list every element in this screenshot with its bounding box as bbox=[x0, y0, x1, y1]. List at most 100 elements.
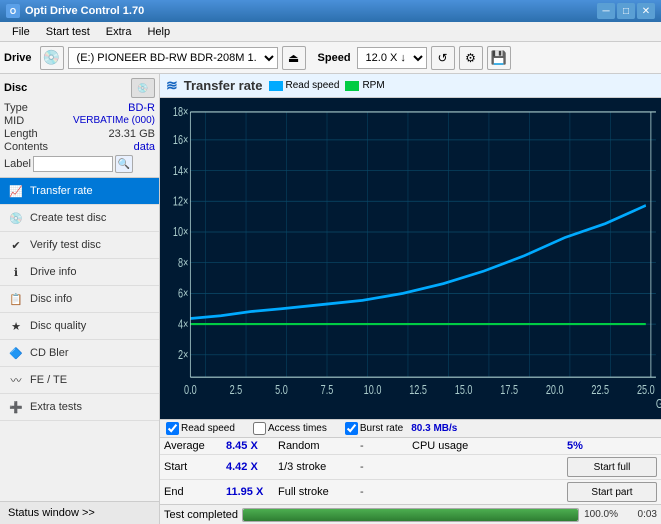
svg-text:14×: 14× bbox=[173, 164, 188, 178]
speed-select[interactable]: 12.0 X ↓ bbox=[357, 47, 427, 69]
speed-label: Speed bbox=[318, 52, 351, 64]
legend-read-speed-label: Read speed bbox=[286, 80, 340, 91]
chart-svg: 18× 16× 14× 12× 10× 8× 6× 4× 2× 0.0 2.5 … bbox=[160, 98, 661, 419]
disc-length-label: Length bbox=[4, 128, 38, 140]
burst-rate-checkbox[interactable] bbox=[345, 422, 358, 435]
end-value: 11.95 X bbox=[226, 486, 276, 498]
title-bar-controls: ─ □ ✕ bbox=[597, 3, 655, 19]
svg-text:12.5: 12.5 bbox=[409, 384, 427, 398]
nav-cd-bler[interactable]: 🔷 CD Bler bbox=[0, 340, 159, 367]
status-window-button[interactable]: Status window >> bbox=[0, 501, 159, 524]
menu-extra[interactable]: Extra bbox=[98, 24, 140, 40]
random-label: Random bbox=[278, 440, 358, 452]
svg-text:25.0: 25.0 bbox=[637, 384, 655, 398]
end-label: End bbox=[164, 486, 224, 498]
measurements-row-end: End 11.95 X Full stroke - Start part bbox=[160, 479, 661, 504]
access-times-checkbox-label: Access times bbox=[268, 423, 327, 434]
disc-label-input[interactable] bbox=[33, 156, 113, 172]
disc-title: Disc bbox=[4, 82, 27, 94]
start-part-button[interactable]: Start part bbox=[567, 482, 657, 502]
cpu-usage-value: 5% bbox=[567, 440, 657, 452]
disc-mid-label: MID bbox=[4, 115, 24, 127]
drive-label: Drive bbox=[4, 52, 32, 64]
chart-icon: ≋ bbox=[166, 77, 178, 94]
disc-info-icon: 📋 bbox=[8, 291, 24, 307]
svg-text:4×: 4× bbox=[178, 318, 188, 332]
disc-type-label: Type bbox=[4, 102, 28, 114]
start-value: 4.42 X bbox=[226, 461, 276, 473]
nav-drive-info[interactable]: ℹ Drive info bbox=[0, 259, 159, 286]
nav-disc-quality[interactable]: ★ Disc quality bbox=[0, 313, 159, 340]
nav-fe-te[interactable]: 〰 FE / TE bbox=[0, 367, 159, 394]
disc-header: Disc 💿 bbox=[4, 78, 155, 98]
disc-image-icon[interactable]: 💿 bbox=[131, 78, 155, 98]
nav-verify-test-disc-label: Verify test disc bbox=[30, 239, 101, 251]
progress-bar-inner bbox=[243, 509, 578, 521]
access-times-checkbox-item[interactable]: Access times bbox=[253, 422, 327, 435]
nav-disc-info[interactable]: 📋 Disc info bbox=[0, 286, 159, 313]
disc-length-value: 23.31 GB bbox=[109, 128, 155, 140]
read-speed-checkbox-item[interactable]: Read speed bbox=[166, 422, 235, 435]
close-button[interactable]: ✕ bbox=[637, 3, 655, 19]
burst-rate-checkbox-label: Burst rate bbox=[360, 423, 403, 434]
legend-rpm-label: RPM bbox=[362, 80, 384, 91]
stroke13-value: - bbox=[360, 461, 410, 473]
settings-button[interactable]: ⚙ bbox=[459, 46, 483, 70]
cpu-usage-label: CPU usage bbox=[412, 440, 492, 452]
main-layout: Disc 💿 Type BD-R MID VERBATIMe (000) Len… bbox=[0, 74, 661, 524]
title-bar-left: O Opti Drive Control 1.70 bbox=[6, 4, 144, 18]
app-icon: O bbox=[6, 4, 20, 18]
disc-type-row: Type BD-R bbox=[4, 102, 155, 114]
minimize-button[interactable]: ─ bbox=[597, 3, 615, 19]
disc-mid-value: VERBATIMe (000) bbox=[73, 115, 155, 127]
svg-text:2×: 2× bbox=[178, 349, 188, 363]
progress-percent: 100.0% bbox=[583, 509, 618, 520]
svg-text:20.0: 20.0 bbox=[546, 384, 564, 398]
progress-bar-outer bbox=[242, 508, 579, 522]
legend-read-speed-color bbox=[269, 81, 283, 91]
eject-button[interactable]: ⏏ bbox=[282, 46, 306, 70]
title-bar: O Opti Drive Control 1.70 ─ □ ✕ bbox=[0, 0, 661, 22]
save-button[interactable]: 💾 bbox=[487, 46, 511, 70]
menu-start-test[interactable]: Start test bbox=[38, 24, 98, 40]
svg-text:6×: 6× bbox=[178, 287, 188, 301]
read-speed-checkbox[interactable] bbox=[166, 422, 179, 435]
svg-text:GB: GB bbox=[656, 398, 661, 412]
legend-read-speed: Read speed bbox=[269, 80, 340, 91]
drive-icon: 💿 bbox=[40, 46, 64, 70]
disc-quality-icon: ★ bbox=[8, 318, 24, 334]
measurements-row-average: Average 8.45 X Random - CPU usage 5% bbox=[160, 437, 661, 454]
chart-title: Transfer rate bbox=[184, 78, 263, 93]
refresh-speed-button[interactable]: ↺ bbox=[431, 46, 455, 70]
verify-test-disc-icon: ✔ bbox=[8, 237, 24, 253]
start-full-button[interactable]: Start full bbox=[567, 457, 657, 477]
stats-bar: Read speed Access times Burst rate 80.3 … bbox=[160, 419, 661, 437]
chart-area: 18× 16× 14× 12× 10× 8× 6× 4× 2× 0.0 2.5 … bbox=[160, 98, 661, 419]
nav-transfer-rate-label: Transfer rate bbox=[30, 185, 93, 197]
disc-contents-value: data bbox=[134, 141, 155, 153]
menu-help[interactable]: Help bbox=[139, 24, 178, 40]
legend-rpm-color bbox=[345, 81, 359, 91]
maximize-button[interactable]: □ bbox=[617, 3, 635, 19]
measurements-row-start: Start 4.42 X 1/3 stroke - Start full bbox=[160, 454, 661, 479]
access-times-checkbox[interactable] bbox=[253, 422, 266, 435]
nav-verify-test-disc[interactable]: ✔ Verify test disc bbox=[0, 232, 159, 259]
disc-contents-label: Contents bbox=[4, 141, 48, 153]
nav-transfer-rate[interactable]: 📈 Transfer rate bbox=[0, 178, 159, 205]
burst-rate-checkbox-item[interactable]: Burst rate bbox=[345, 422, 403, 435]
drive-select[interactable]: (E:) PIONEER BD-RW BDR-208M 1.50 bbox=[68, 47, 278, 69]
svg-text:17.5: 17.5 bbox=[500, 384, 518, 398]
nav-extra-tests[interactable]: ➕ Extra tests bbox=[0, 394, 159, 421]
full-stroke-label: Full stroke bbox=[278, 486, 358, 498]
nav-menu: 📈 Transfer rate 💿 Create test disc ✔ Ver… bbox=[0, 178, 159, 501]
avg-value: 8.45 X bbox=[226, 440, 276, 452]
progress-bar-area: Test completed 100.0% 0:03 bbox=[160, 504, 661, 524]
toolbar: Drive 💿 (E:) PIONEER BD-RW BDR-208M 1.50… bbox=[0, 42, 661, 74]
svg-text:8×: 8× bbox=[178, 257, 188, 271]
svg-text:5.0: 5.0 bbox=[275, 384, 288, 398]
disc-length-row: Length 23.31 GB bbox=[4, 128, 155, 140]
menu-file[interactable]: File bbox=[4, 24, 38, 40]
disc-label-button[interactable]: 🔍 bbox=[115, 155, 133, 173]
nav-create-test-disc-label: Create test disc bbox=[30, 212, 106, 224]
nav-create-test-disc[interactable]: 💿 Create test disc bbox=[0, 205, 159, 232]
